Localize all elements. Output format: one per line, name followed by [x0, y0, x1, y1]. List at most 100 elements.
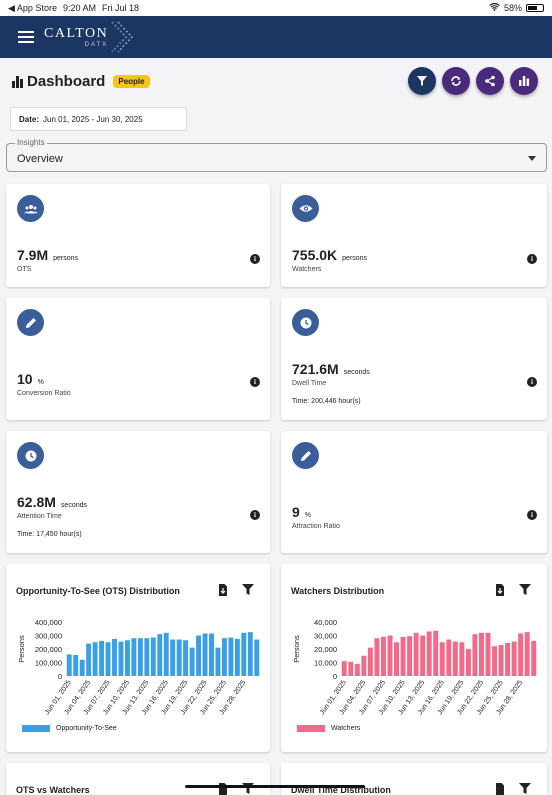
info-icon[interactable]: i — [250, 377, 260, 387]
bar — [79, 659, 85, 676]
insights-select[interactable]: Insights Overview — [6, 138, 547, 172]
bar — [150, 637, 156, 676]
bar — [112, 638, 117, 676]
bar — [426, 631, 432, 676]
battery-icon — [526, 4, 544, 12]
insights-label: Insights — [15, 138, 47, 147]
filter-icon[interactable] — [242, 584, 254, 595]
bar — [228, 637, 234, 676]
page-title: Dashboard — [27, 73, 106, 90]
bar — [163, 632, 169, 676]
bar — [241, 632, 247, 676]
chevron-down-icon — [528, 156, 536, 161]
bar — [196, 635, 202, 676]
ots-vs-watchers-card: OTS vs Watchers — [6, 763, 270, 795]
download-icon[interactable] — [495, 584, 505, 596]
bar-chart-icon — [519, 76, 530, 86]
back-to-app-link[interactable]: ◀ App Store — [8, 3, 57, 14]
bar — [492, 646, 498, 676]
chart-tools — [495, 584, 531, 596]
share-icon — [485, 75, 495, 87]
chart-title: Opportunity-To-See (OTS) Distribution — [16, 586, 180, 596]
bar — [247, 632, 253, 676]
bar — [86, 643, 92, 676]
chart-view-button[interactable] — [510, 67, 538, 95]
info-icon[interactable]: i — [527, 254, 537, 264]
date-range-field[interactable]: Date: Jun 01, 2025 - Jun 30, 2025 — [10, 107, 187, 131]
bar — [92, 642, 98, 676]
brand-chevron-icon — [111, 21, 134, 53]
date-value: Jun 01, 2025 - Jun 30, 2025 — [43, 114, 143, 124]
filter-icon[interactable] — [519, 783, 531, 794]
bar — [189, 647, 195, 676]
filter-icon[interactable] — [519, 584, 531, 595]
bar — [144, 638, 150, 676]
metric-card-attention: 62.8M seconds Attention Time Time: 17,450… — [6, 431, 270, 553]
bar — [485, 632, 491, 676]
bar — [387, 635, 393, 676]
metric-label: Dwell Time — [292, 380, 327, 387]
bar — [518, 633, 524, 676]
y-tick-label: 300,000 — [35, 632, 62, 641]
chart-title: OTS vs Watchers — [16, 785, 90, 795]
bar — [124, 640, 130, 676]
pencil-icon — [292, 442, 319, 469]
bar — [367, 647, 373, 676]
insights-value: Overview — [17, 153, 63, 165]
bar — [215, 647, 221, 676]
info-icon[interactable]: i — [250, 510, 260, 520]
y-tick-label: 0 — [333, 672, 337, 681]
bar — [465, 649, 471, 676]
bar — [413, 632, 419, 676]
bar — [73, 655, 79, 676]
share-button[interactable] — [476, 67, 504, 95]
bar — [472, 634, 478, 676]
bar — [498, 644, 504, 676]
filter-button[interactable] — [408, 67, 436, 95]
brand-name: CALTON — [44, 25, 109, 41]
bar — [459, 642, 465, 676]
bar — [99, 640, 105, 676]
legend-swatch — [297, 725, 325, 732]
status-bar: ◀ App Store 9:20 AM Fri Jul 18 58% — [0, 0, 552, 16]
menu-icon[interactable] — [18, 31, 34, 43]
refresh-button[interactable] — [442, 67, 470, 95]
bar — [176, 639, 182, 676]
y-tick-label: 0 — [58, 672, 62, 681]
bar — [254, 639, 260, 676]
category-badge: People — [113, 75, 150, 88]
metric-label: OTS — [17, 266, 32, 273]
info-icon[interactable]: i — [250, 254, 260, 264]
bar — [524, 632, 530, 676]
info-icon[interactable]: i — [527, 510, 537, 520]
y-tick-label: 400,000 — [35, 618, 62, 627]
bar — [511, 641, 517, 676]
brand-sub: DATX — [84, 41, 109, 48]
y-axis-label: Persons — [17, 635, 26, 663]
bar — [400, 636, 406, 676]
bar — [348, 661, 354, 676]
download-icon[interactable] — [495, 783, 505, 795]
bar — [407, 636, 413, 676]
metric-card-ots: 7.9M persons OTS i — [6, 184, 270, 287]
bar — [361, 655, 367, 676]
bar — [531, 640, 537, 676]
battery-label: 58% — [503, 3, 522, 13]
download-icon[interactable] — [218, 584, 228, 596]
chart-tools — [495, 783, 531, 795]
info-icon[interactable]: i — [527, 377, 537, 387]
metric-label: Attraction Ratio — [292, 523, 340, 530]
chart-legend: Opportunity-To-See — [22, 725, 117, 732]
watchers-bar-chart: 40,00030,00020,00010,0000PersonsJun 01, … — [292, 618, 537, 716]
dwell-chart-card: Dwell Time Distribution — [281, 763, 547, 795]
chart-tools — [218, 584, 254, 596]
bar — [452, 641, 458, 676]
bar — [183, 640, 189, 676]
ots-bar-chart: 400,000300,000200,000100,0000PersonsJun … — [17, 618, 260, 716]
metric-card-watchers: 755.0K persons Watchers i — [281, 184, 547, 287]
dashboard-header: Dashboard People — [12, 73, 150, 90]
people-icon — [17, 195, 44, 222]
bar — [439, 642, 445, 676]
legend-label: Watchers — [331, 725, 361, 732]
metric-card-attraction: 9% Attraction Ratio i — [281, 431, 547, 553]
